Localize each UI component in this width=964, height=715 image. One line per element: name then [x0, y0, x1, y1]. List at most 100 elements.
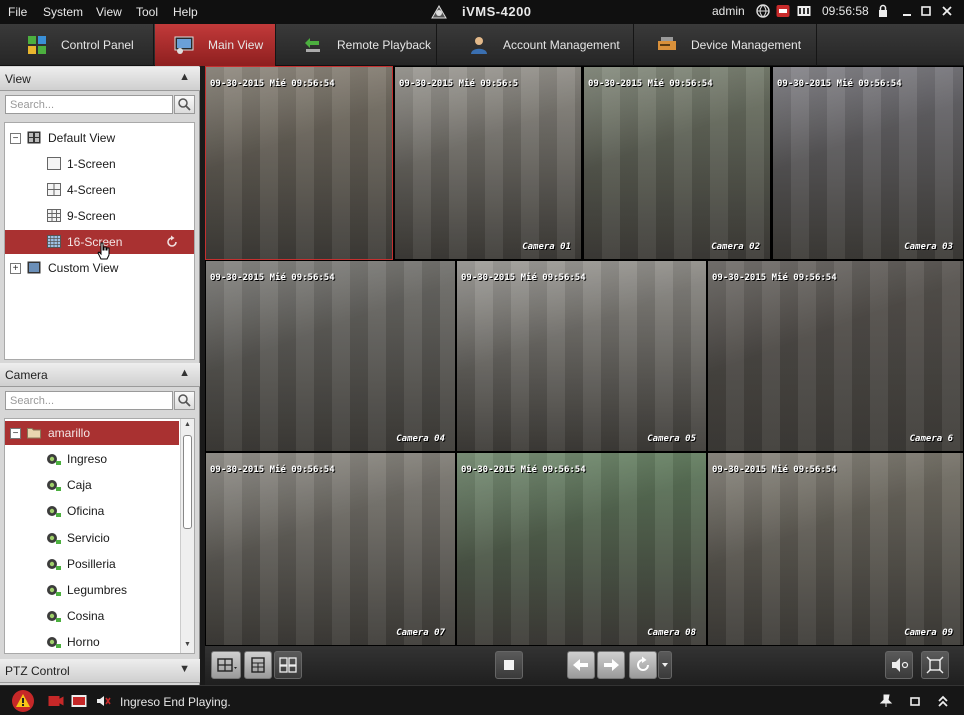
globe-icon[interactable] — [756, 4, 770, 18]
camera-icon — [47, 637, 61, 649]
video-cell[interactable]: 09-30-2015 Mié 09:56:54 Camera 02 — [583, 66, 771, 260]
stop-all-button[interactable] — [495, 651, 523, 679]
close-icon[interactable] — [940, 4, 954, 18]
camera-item[interactable]: Legumbres — [5, 578, 179, 602]
lock-icon[interactable] — [876, 4, 890, 18]
video-cell[interactable]: 09-30-2015 Mié 09:56:54 Camera 08 — [456, 452, 707, 646]
video-timestamp: 09-30-2015 Mié 09:56:54 — [210, 465, 335, 475]
video-camera-label: Camera 08 — [647, 628, 696, 638]
scroll-down-icon[interactable]: ▼ — [184, 641, 191, 648]
volume-button[interactable] — [885, 651, 913, 679]
refresh-icon[interactable] — [165, 235, 179, 249]
expand-icon[interactable]: ▼ — [179, 663, 190, 675]
video-camera-label: Camera 02 — [711, 242, 760, 252]
double-chevron-up-icon[interactable] — [936, 693, 950, 709]
tree-item-default-view[interactable]: − Default View — [5, 126, 194, 150]
video-cell[interactable]: 09-30-2015 Mié 09:56:54 Camera 03 — [772, 66, 964, 260]
sequence-view-button[interactable] — [244, 651, 272, 679]
audio-icon[interactable] — [96, 694, 112, 708]
custom-layout-button[interactable] — [274, 651, 302, 679]
tree-item-4-screen[interactable]: 4-Screen — [5, 178, 194, 202]
auto-switch-dropdown[interactable] — [658, 651, 672, 679]
camera-item[interactable]: Horno — [5, 630, 179, 654]
camera-item[interactable]: Posilleria — [5, 552, 179, 576]
video-cell[interactable]: 09-30-2015 Mié 09:56:54 — [205, 66, 393, 260]
tree-item-label: 4-Screen — [67, 183, 116, 197]
camera-item[interactable]: Cosina — [5, 604, 179, 628]
tab-remote-playback[interactable]: Remote Playback — [277, 24, 437, 66]
maximize-icon[interactable] — [919, 4, 933, 18]
camera-icon — [47, 558, 61, 570]
camera-label: Posilleria — [67, 556, 116, 571]
camera-group-amarillo[interactable]: − amarillo — [5, 421, 179, 445]
collapse-toggle[interactable]: − — [10, 428, 21, 439]
expand-toggle[interactable]: + — [10, 263, 21, 274]
camera-icon — [47, 532, 61, 544]
playback-arrow-icon — [305, 38, 320, 52]
capture-icon[interactable] — [71, 694, 87, 708]
menu-system[interactable]: System — [43, 5, 83, 19]
custom-view-icon — [27, 261, 41, 274]
tree-item-custom-view[interactable]: + Custom View — [5, 256, 194, 280]
menu-tool[interactable]: Tool — [136, 5, 158, 19]
menu-bar: File System View Tool Help iVMS-4200 adm… — [0, 0, 964, 24]
tab-control-panel[interactable]: Control Panel — [0, 24, 154, 66]
view-group-icon — [27, 131, 41, 144]
arrow-left-icon — [573, 659, 588, 671]
restore-icon[interactable] — [908, 694, 922, 708]
speaker-icon — [892, 658, 909, 672]
record-icon[interactable] — [48, 694, 64, 708]
scrollbar-thumb[interactable] — [183, 435, 192, 529]
scroll-up-icon[interactable]: ▲ — [184, 421, 191, 428]
ptz-panel-header[interactable]: PTZ Control ▼ — [0, 659, 200, 683]
video-cell[interactable]: 09-30-2015 Mié 09:56:5 Camera 01 — [394, 66, 582, 260]
camera-item[interactable]: Caja — [5, 473, 179, 497]
video-timestamp: 09-30-2015 Mié 09:56:54 — [777, 79, 902, 89]
collapse-toggle[interactable]: − — [10, 133, 21, 144]
fullscreen-button[interactable] — [921, 651, 949, 679]
previous-page-button[interactable] — [567, 651, 595, 679]
video-cell[interactable]: 09-30-2015 Mié 09:56:54 Camera 6 — [707, 260, 964, 452]
view-panel-title: View — [5, 72, 31, 86]
device-icon — [658, 37, 676, 50]
tree-item-label: 16-Screen — [67, 235, 123, 249]
camera-panel-header[interactable]: Camera ▲ — [0, 363, 200, 387]
collapse-icon[interactable]: ▲ — [179, 71, 190, 83]
tab-main-view[interactable]: Main View — [155, 24, 276, 66]
alarm-icon[interactable] — [776, 4, 790, 18]
camera-item[interactable]: Servicio — [5, 526, 179, 550]
module-tab-bar: Control Panel Main View Remote Playback … — [0, 24, 964, 66]
view-search-input[interactable]: Search... — [5, 95, 173, 114]
camera-item[interactable]: Ingreso — [5, 447, 179, 471]
warning-icon[interactable] — [11, 689, 35, 713]
minimize-icon[interactable] — [900, 4, 914, 18]
window-division-button[interactable] — [211, 651, 241, 679]
camera-icon — [47, 480, 61, 492]
ram-icon — [797, 6, 811, 16]
camera-item[interactable]: Oficina — [5, 499, 179, 523]
camera-list-scrollbar[interactable]: ▲ ▼ — [180, 419, 194, 653]
menu-help[interactable]: Help — [173, 5, 198, 19]
video-cell[interactable]: 09-30-2015 Mié 09:56:54 Camera 05 — [456, 260, 707, 452]
video-timestamp: 09-30-2015 Mié 09:56:54 — [210, 273, 335, 283]
video-cell[interactable]: 09-30-2015 Mié 09:56:54 Camera 04 — [205, 260, 456, 452]
video-cell[interactable]: 09-30-2015 Mié 09:56:54 Camera 09 — [707, 452, 964, 646]
video-cell[interactable]: 09-30-2015 Mié 09:56:54 Camera 07 — [205, 452, 456, 646]
tree-item-16-screen[interactable]: 16-Screen — [5, 230, 194, 260]
auto-switch-button[interactable] — [629, 651, 657, 679]
camera-search-input[interactable]: Search... — [5, 391, 173, 410]
menu-file[interactable]: File — [8, 5, 27, 19]
layout-grid-icon — [217, 658, 237, 672]
tree-item-9-screen[interactable]: 9-Screen — [5, 204, 194, 228]
view-search-button[interactable] — [174, 95, 195, 114]
tree-item-1-screen[interactable]: 1-Screen — [5, 152, 194, 176]
menu-view[interactable]: View — [96, 5, 122, 19]
tab-device-management[interactable]: Device Management — [635, 24, 817, 66]
pin-icon[interactable] — [879, 694, 893, 708]
tab-account-management[interactable]: Account Management — [438, 24, 634, 66]
next-page-button[interactable] — [597, 651, 625, 679]
view-panel-header[interactable]: View ▲ — [0, 67, 200, 91]
camera-search-button[interactable] — [174, 391, 195, 410]
video-timestamp: 09-30-2015 Mié 09:56:5 — [399, 79, 519, 89]
collapse-icon[interactable]: ▲ — [179, 367, 190, 379]
